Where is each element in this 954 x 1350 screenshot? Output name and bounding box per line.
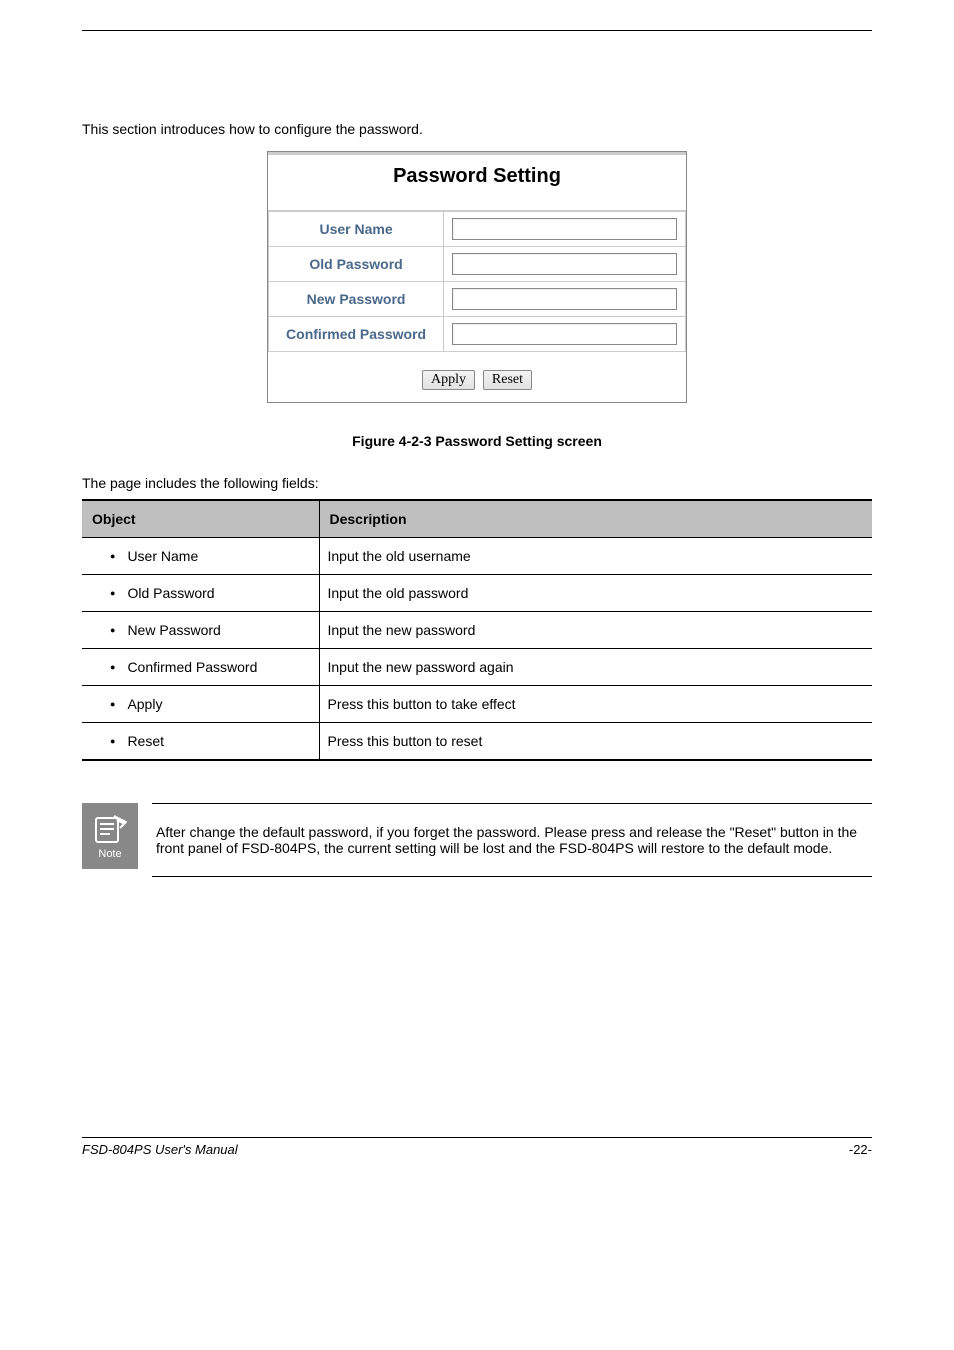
- top-rule: [82, 30, 872, 31]
- label-old-password: Old Password: [269, 247, 444, 282]
- cell-description: Input the old username: [319, 538, 872, 575]
- cell-description: Input the new password again: [319, 649, 872, 686]
- bullet-icon: ●: [110, 626, 115, 635]
- table-row: ● User Name Input the old username: [82, 538, 872, 575]
- form-fields-table: User Name Old Password New Password Conf…: [268, 211, 686, 352]
- reset-button[interactable]: Reset: [483, 370, 532, 390]
- cell-object: New Password: [127, 622, 220, 638]
- cell-object: Confirmed Password: [127, 659, 257, 675]
- username-input[interactable]: [452, 218, 677, 240]
- intro-paragraph: This section introduces how to configure…: [82, 121, 872, 137]
- table-intro: The page includes the following fields:: [82, 475, 872, 491]
- label-new-password: New Password: [269, 282, 444, 317]
- note-icon-label: Note: [98, 848, 121, 860]
- figure-caption: Figure 4-2-3 Password Setting screen: [82, 433, 872, 449]
- footer-product: FSD-804PS User's Manual: [82, 1142, 238, 1157]
- bullet-icon: ●: [110, 663, 115, 672]
- table-header-object: Object: [82, 500, 319, 538]
- form-button-row: Apply Reset: [268, 352, 686, 402]
- cell-object: Reset: [127, 733, 164, 749]
- apply-button[interactable]: Apply: [422, 370, 475, 390]
- table-row: ● Confirmed Password Input the new passw…: [82, 649, 872, 686]
- note-text: After change the default password, if yo…: [152, 803, 872, 877]
- page-footer: FSD-804PS User's Manual -22-: [82, 1137, 872, 1157]
- cell-object: Apply: [127, 696, 162, 712]
- note-block: Note After change the default password, …: [82, 803, 872, 877]
- cell-object: Old Password: [127, 585, 214, 601]
- table-header-description: Description: [319, 500, 872, 538]
- footer-page-number: -22-: [849, 1142, 872, 1157]
- label-username: User Name: [269, 212, 444, 247]
- table-row: ● Reset Press this button to reset: [82, 723, 872, 761]
- cell-description: Press this button to reset: [319, 723, 872, 761]
- old-password-input[interactable]: [452, 253, 677, 275]
- label-confirmed-password: Confirmed Password: [269, 317, 444, 352]
- table-row: ● Apply Press this button to take effect: [82, 686, 872, 723]
- new-password-input[interactable]: [452, 288, 677, 310]
- note-icon: Note: [82, 803, 138, 869]
- cell-description: Input the old password: [319, 575, 872, 612]
- bullet-icon: ●: [110, 737, 115, 746]
- cell-description: Press this button to take effect: [319, 686, 872, 723]
- parameter-table: Object Description ● User Name Input the…: [82, 499, 872, 761]
- password-setting-form: Password Setting User Name Old Password …: [267, 151, 687, 403]
- bullet-icon: ●: [110, 700, 115, 709]
- table-row: ● New Password Input the new password: [82, 612, 872, 649]
- bullet-icon: ●: [110, 552, 115, 561]
- form-title: Password Setting: [268, 152, 686, 211]
- bullet-icon: ●: [110, 589, 115, 598]
- cell-description: Input the new password: [319, 612, 872, 649]
- table-row: ● Old Password Input the old password: [82, 575, 872, 612]
- cell-object: User Name: [127, 548, 198, 564]
- confirmed-password-input[interactable]: [452, 323, 677, 345]
